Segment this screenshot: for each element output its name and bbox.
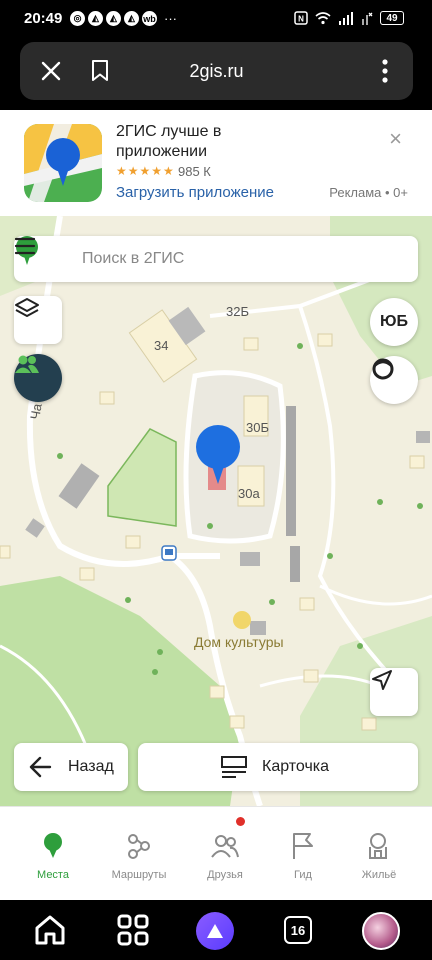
browser-toolbar: 2gis.ru bbox=[0, 40, 432, 110]
system-status-icons: N 49 bbox=[294, 11, 404, 25]
notification-icon: ◭ bbox=[88, 11, 103, 26]
pin-icon bbox=[44, 833, 62, 858]
nav-label: Маршруты bbox=[111, 869, 167, 881]
card-label: Карточка bbox=[262, 758, 330, 775]
nav-places[interactable]: Места bbox=[10, 807, 96, 901]
menu-icon[interactable] bbox=[14, 236, 36, 256]
voice-assistant-button[interactable] bbox=[196, 912, 234, 950]
download-app-link[interactable]: Загрузить приложение bbox=[116, 184, 274, 201]
notification-icon: ◭ bbox=[124, 11, 139, 26]
bottom-navigation: Места Маршруты Друзья Гид Жильё bbox=[0, 806, 432, 900]
battery-indicator: 49 bbox=[380, 11, 404, 25]
arrow-left-icon bbox=[29, 756, 52, 778]
nav-label: Гид bbox=[294, 869, 312, 881]
building-label: 30Б bbox=[246, 420, 269, 435]
layers-button[interactable] bbox=[14, 296, 62, 344]
my-location-button[interactable] bbox=[370, 668, 418, 716]
user-profile-button[interactable]: ЮБ bbox=[370, 298, 418, 346]
routes-icon bbox=[128, 834, 150, 859]
signal-icon bbox=[339, 12, 353, 25]
card-icon bbox=[221, 756, 247, 778]
compass-icon bbox=[372, 358, 394, 380]
nfc-icon: N bbox=[294, 11, 308, 25]
ad-close-icon[interactable]: × bbox=[389, 128, 402, 150]
back-label: Назад bbox=[68, 758, 114, 775]
rating-count: 985 К bbox=[178, 164, 211, 179]
address-bar[interactable]: 2gis.ru bbox=[20, 42, 413, 100]
nav-label: Места bbox=[37, 869, 69, 881]
ad-meta: Реклама • 0+ bbox=[329, 185, 408, 200]
system-navigation: 16 bbox=[0, 900, 432, 960]
card-button[interactable]: Карточка bbox=[138, 743, 418, 791]
map-canvas bbox=[0, 216, 432, 806]
compass-button[interactable] bbox=[370, 356, 418, 404]
apps-grid-icon[interactable] bbox=[115, 912, 151, 948]
2gis-app-icon[interactable] bbox=[24, 124, 102, 202]
map-view[interactable]: 34 32Б 30Б 30а Ча Дом культуры Поиск в 2… bbox=[0, 216, 432, 806]
nav-label: Жильё bbox=[361, 869, 397, 881]
flag-icon bbox=[293, 833, 313, 859]
building-label: 32Б bbox=[226, 304, 249, 319]
avatar[interactable] bbox=[362, 912, 400, 950]
friends-icon bbox=[15, 355, 39, 373]
no-signal-icon bbox=[362, 12, 373, 25]
building-label: 34 bbox=[154, 338, 169, 353]
nav-friends[interactable]: Друзья bbox=[182, 807, 268, 901]
home-icon[interactable] bbox=[32, 912, 68, 948]
notification-icon: ◭ bbox=[106, 11, 121, 26]
rating-stars: ★★★★★ bbox=[116, 164, 175, 178]
svg-text:N: N bbox=[298, 15, 304, 24]
back-button[interactable]: Назад bbox=[14, 743, 128, 791]
notification-icons: ◎ ◭ ◭ ◭ wb ··· bbox=[70, 11, 177, 26]
street-label: Ча bbox=[27, 402, 45, 421]
nav-housing[interactable]: Жильё bbox=[336, 807, 422, 901]
building-label: 30а bbox=[238, 486, 260, 501]
search-bar[interactable]: Поиск в 2ГИС bbox=[14, 236, 418, 282]
wifi-icon bbox=[315, 12, 331, 25]
notification-icon: ◎ bbox=[70, 11, 85, 26]
search-input[interactable]: Поиск в 2ГИС bbox=[82, 250, 184, 268]
house-icon bbox=[369, 833, 387, 859]
nav-label: Друзья bbox=[207, 869, 243, 881]
nav-routes[interactable]: Маршруты bbox=[96, 807, 182, 901]
url-text[interactable]: 2gis.ru bbox=[20, 61, 413, 82]
friends-icon bbox=[211, 835, 239, 858]
navigation-arrow-icon bbox=[372, 670, 392, 690]
poi-label[interactable]: Дом культуры bbox=[194, 634, 284, 650]
ad-title: 2ГИС лучше в приложении bbox=[116, 123, 222, 160]
notification-dot bbox=[236, 817, 245, 826]
app-ad-banner[interactable]: 2ГИС лучше в приложении ★★★★★ 985 К Загр… bbox=[0, 110, 432, 216]
friends-on-map-button[interactable] bbox=[14, 354, 62, 402]
tabs-counter[interactable]: 16 bbox=[284, 916, 312, 944]
more-notifications-icon: ··· bbox=[164, 11, 177, 26]
nav-guide[interactable]: Гид bbox=[260, 807, 346, 901]
layers-icon bbox=[15, 298, 39, 317]
more-options-icon[interactable] bbox=[381, 58, 389, 84]
status-bar: 20:49 ◎ ◭ ◭ ◭ wb ··· N 49 bbox=[0, 0, 432, 40]
notification-icon: wb bbox=[142, 11, 157, 26]
status-time: 20:49 bbox=[24, 10, 63, 27]
assistant-icon bbox=[207, 924, 223, 938]
